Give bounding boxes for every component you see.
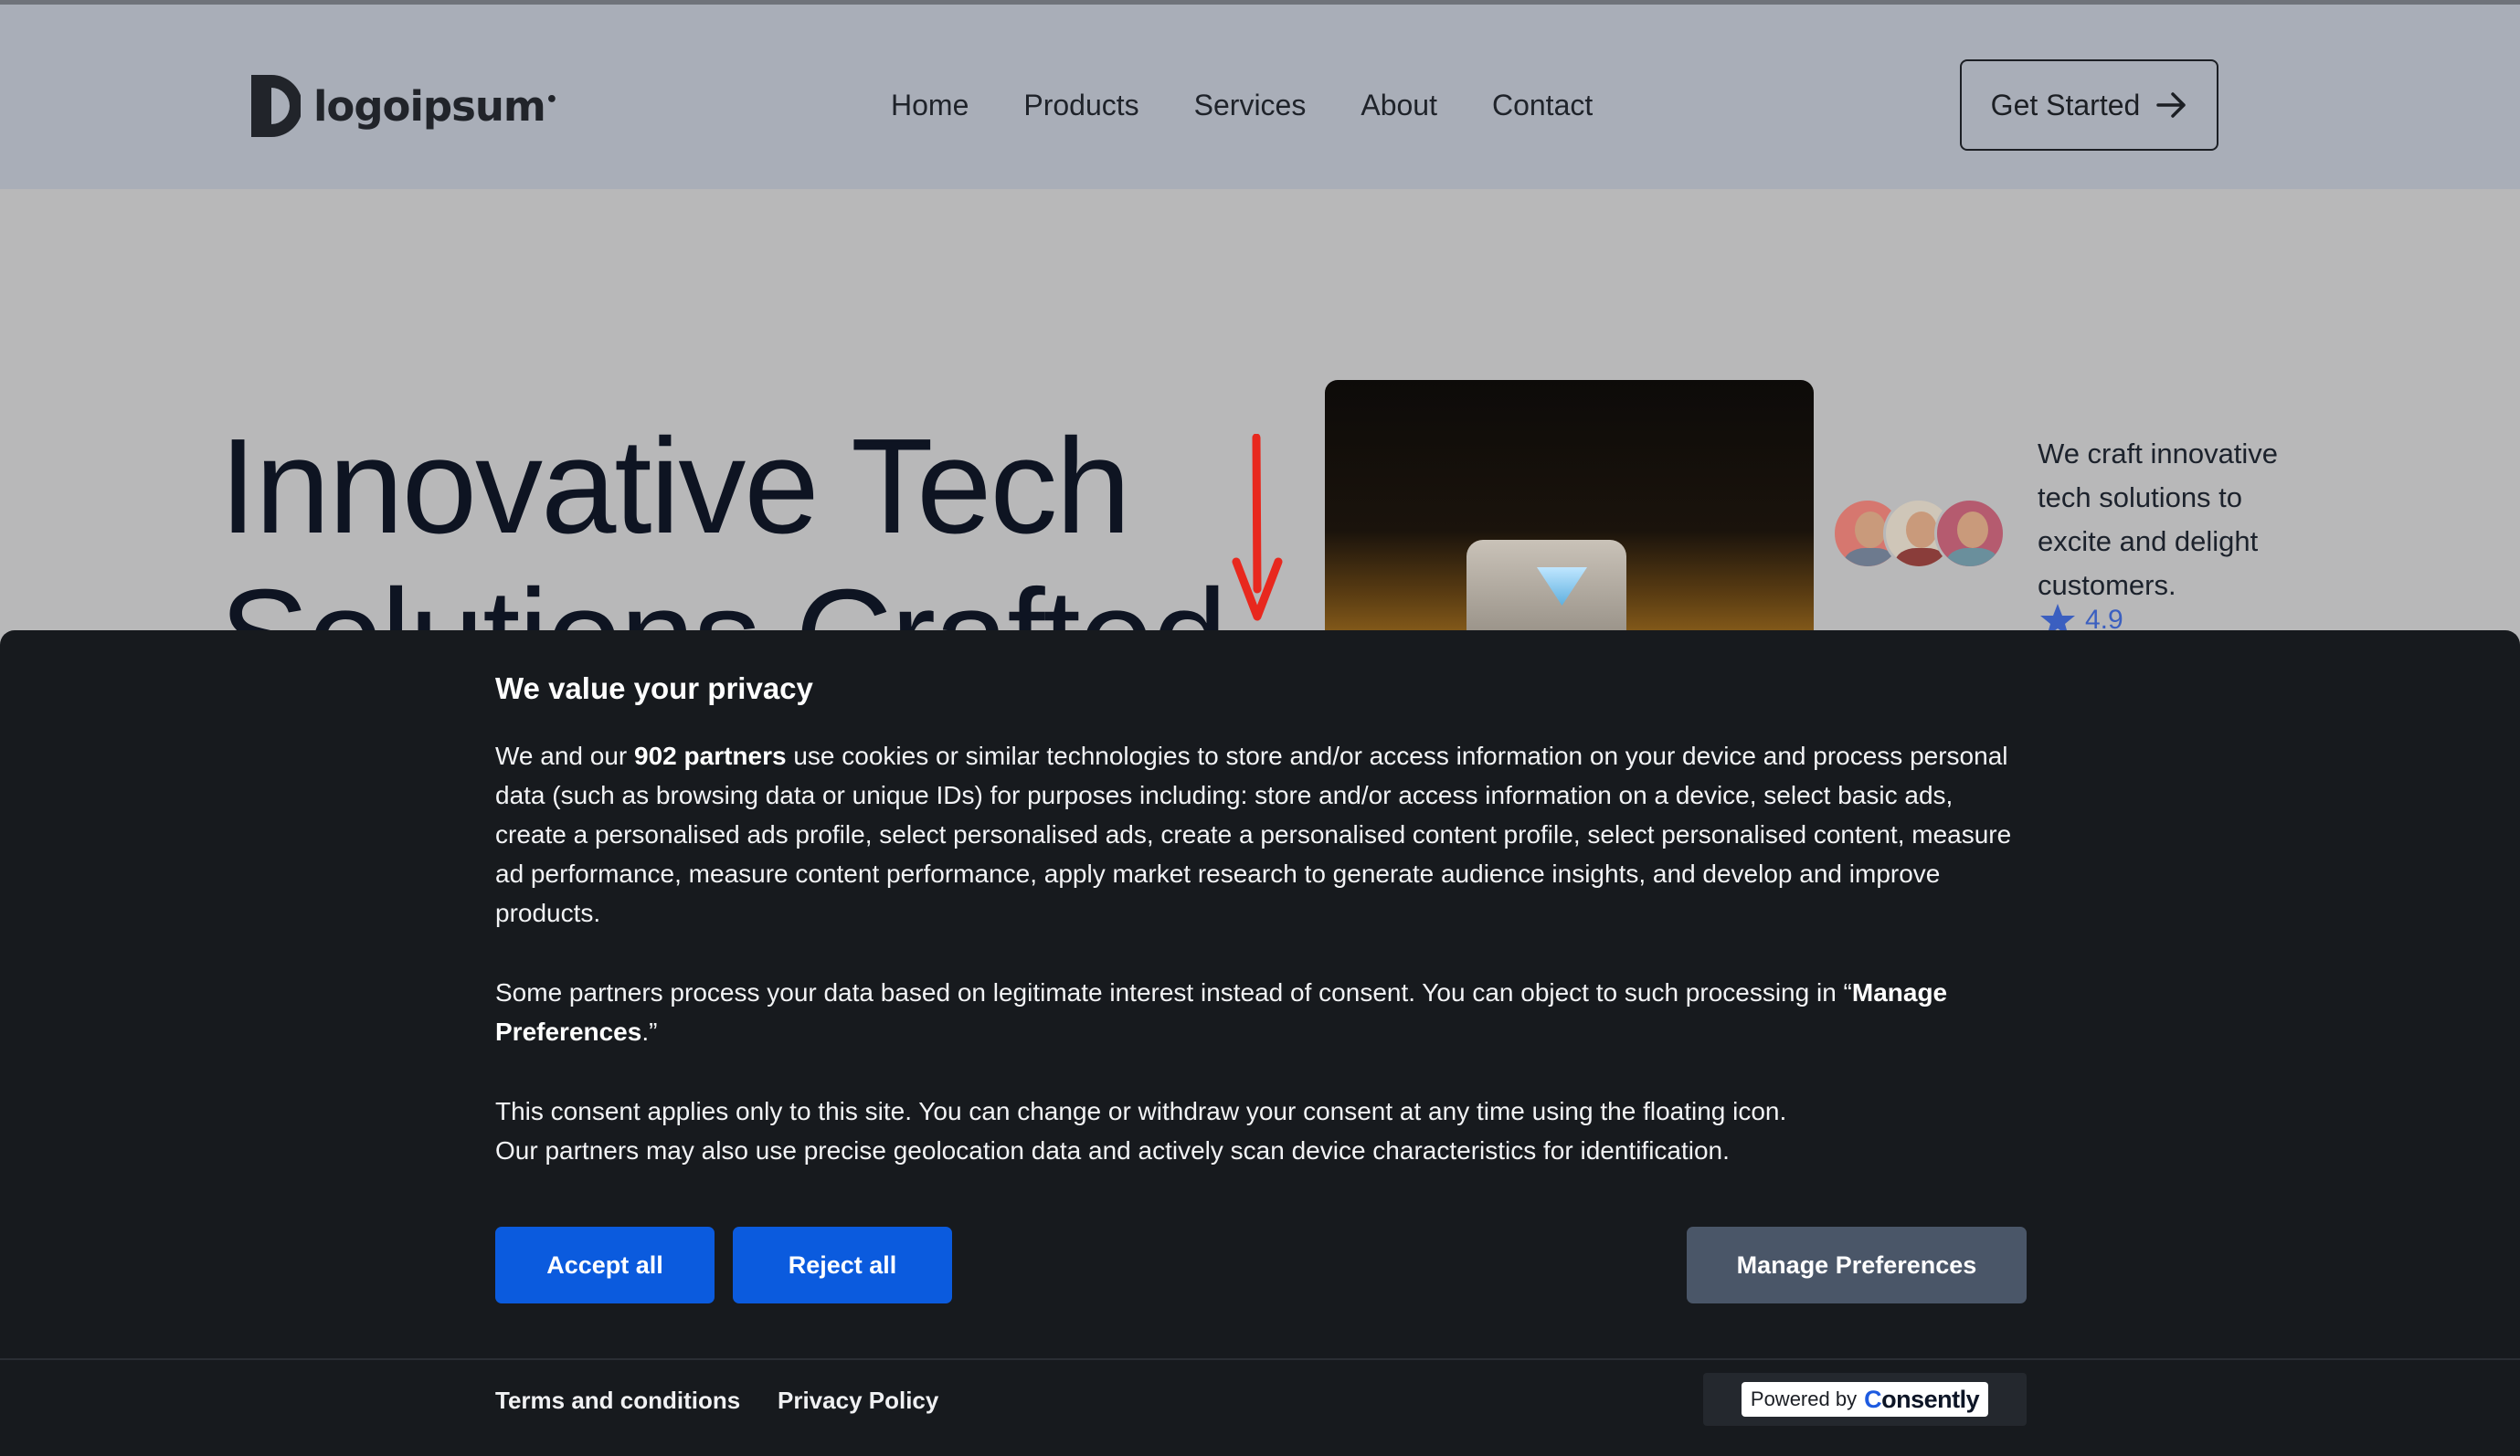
main-nav: Home Products Services About Contact	[891, 83, 1593, 127]
get-started-button[interactable]: Get Started	[1960, 59, 2218, 151]
annotation-arrow-down	[1232, 434, 1283, 621]
get-started-label: Get Started	[1990, 88, 2141, 121]
partners-count: 902 partners	[634, 742, 787, 770]
cookie-consent-banner: We value your privacy We and our 902 par…	[0, 630, 2520, 1456]
powered-badge: Powered by Consently	[1741, 1382, 1989, 1417]
consent-paragraph-3: This consent applies only to this site. …	[495, 1097, 1787, 1165]
hero-description: We craft innovative tech solutions to ex…	[2038, 438, 2279, 601]
accept-all-button[interactable]: Accept all	[495, 1227, 715, 1303]
nav-home[interactable]: Home	[891, 83, 969, 127]
consent-title: We value your privacy	[495, 671, 813, 705]
divider	[0, 1358, 2520, 1360]
nav-about[interactable]: About	[1361, 83, 1437, 127]
nav-services[interactable]: Services	[1194, 83, 1307, 127]
manage-preferences-button[interactable]: Manage Preferences	[1687, 1227, 2027, 1303]
logo-mark-icon	[251, 75, 301, 137]
hero-title-line1: Innovative Tech	[219, 411, 1131, 562]
arrow-right-icon	[2156, 92, 2186, 118]
nav-products[interactable]: Products	[1023, 83, 1138, 127]
customer-avatars	[1832, 498, 2006, 569]
avatar	[1934, 498, 2006, 569]
privacy-policy-link[interactable]: Privacy Policy	[778, 1387, 938, 1415]
site-header: logoipsum• Home Products Services About …	[0, 0, 2520, 189]
terms-and-conditions-link[interactable]: Terms and conditions	[495, 1387, 740, 1415]
nav-contact[interactable]: Contact	[1492, 83, 1593, 127]
consent-paragraph-2: Some partners process your data based on…	[495, 978, 1948, 1046]
page: logoipsum• Home Products Services About …	[0, 0, 2520, 1456]
reject-all-button[interactable]: Reject all	[733, 1227, 952, 1303]
logo[interactable]: logoipsum•	[251, 75, 558, 137]
powered-by-consently[interactable]: Powered by Consently	[1703, 1373, 2027, 1426]
consently-logo: Consently	[1864, 1385, 1980, 1413]
powered-by-text: Powered by	[1750, 1387, 1858, 1410]
consent-paragraph-1: We and our 902 partners use cookies or s…	[495, 742, 2012, 927]
logo-text: logoipsum•	[313, 81, 558, 131]
hero-product-image	[1325, 380, 1814, 654]
